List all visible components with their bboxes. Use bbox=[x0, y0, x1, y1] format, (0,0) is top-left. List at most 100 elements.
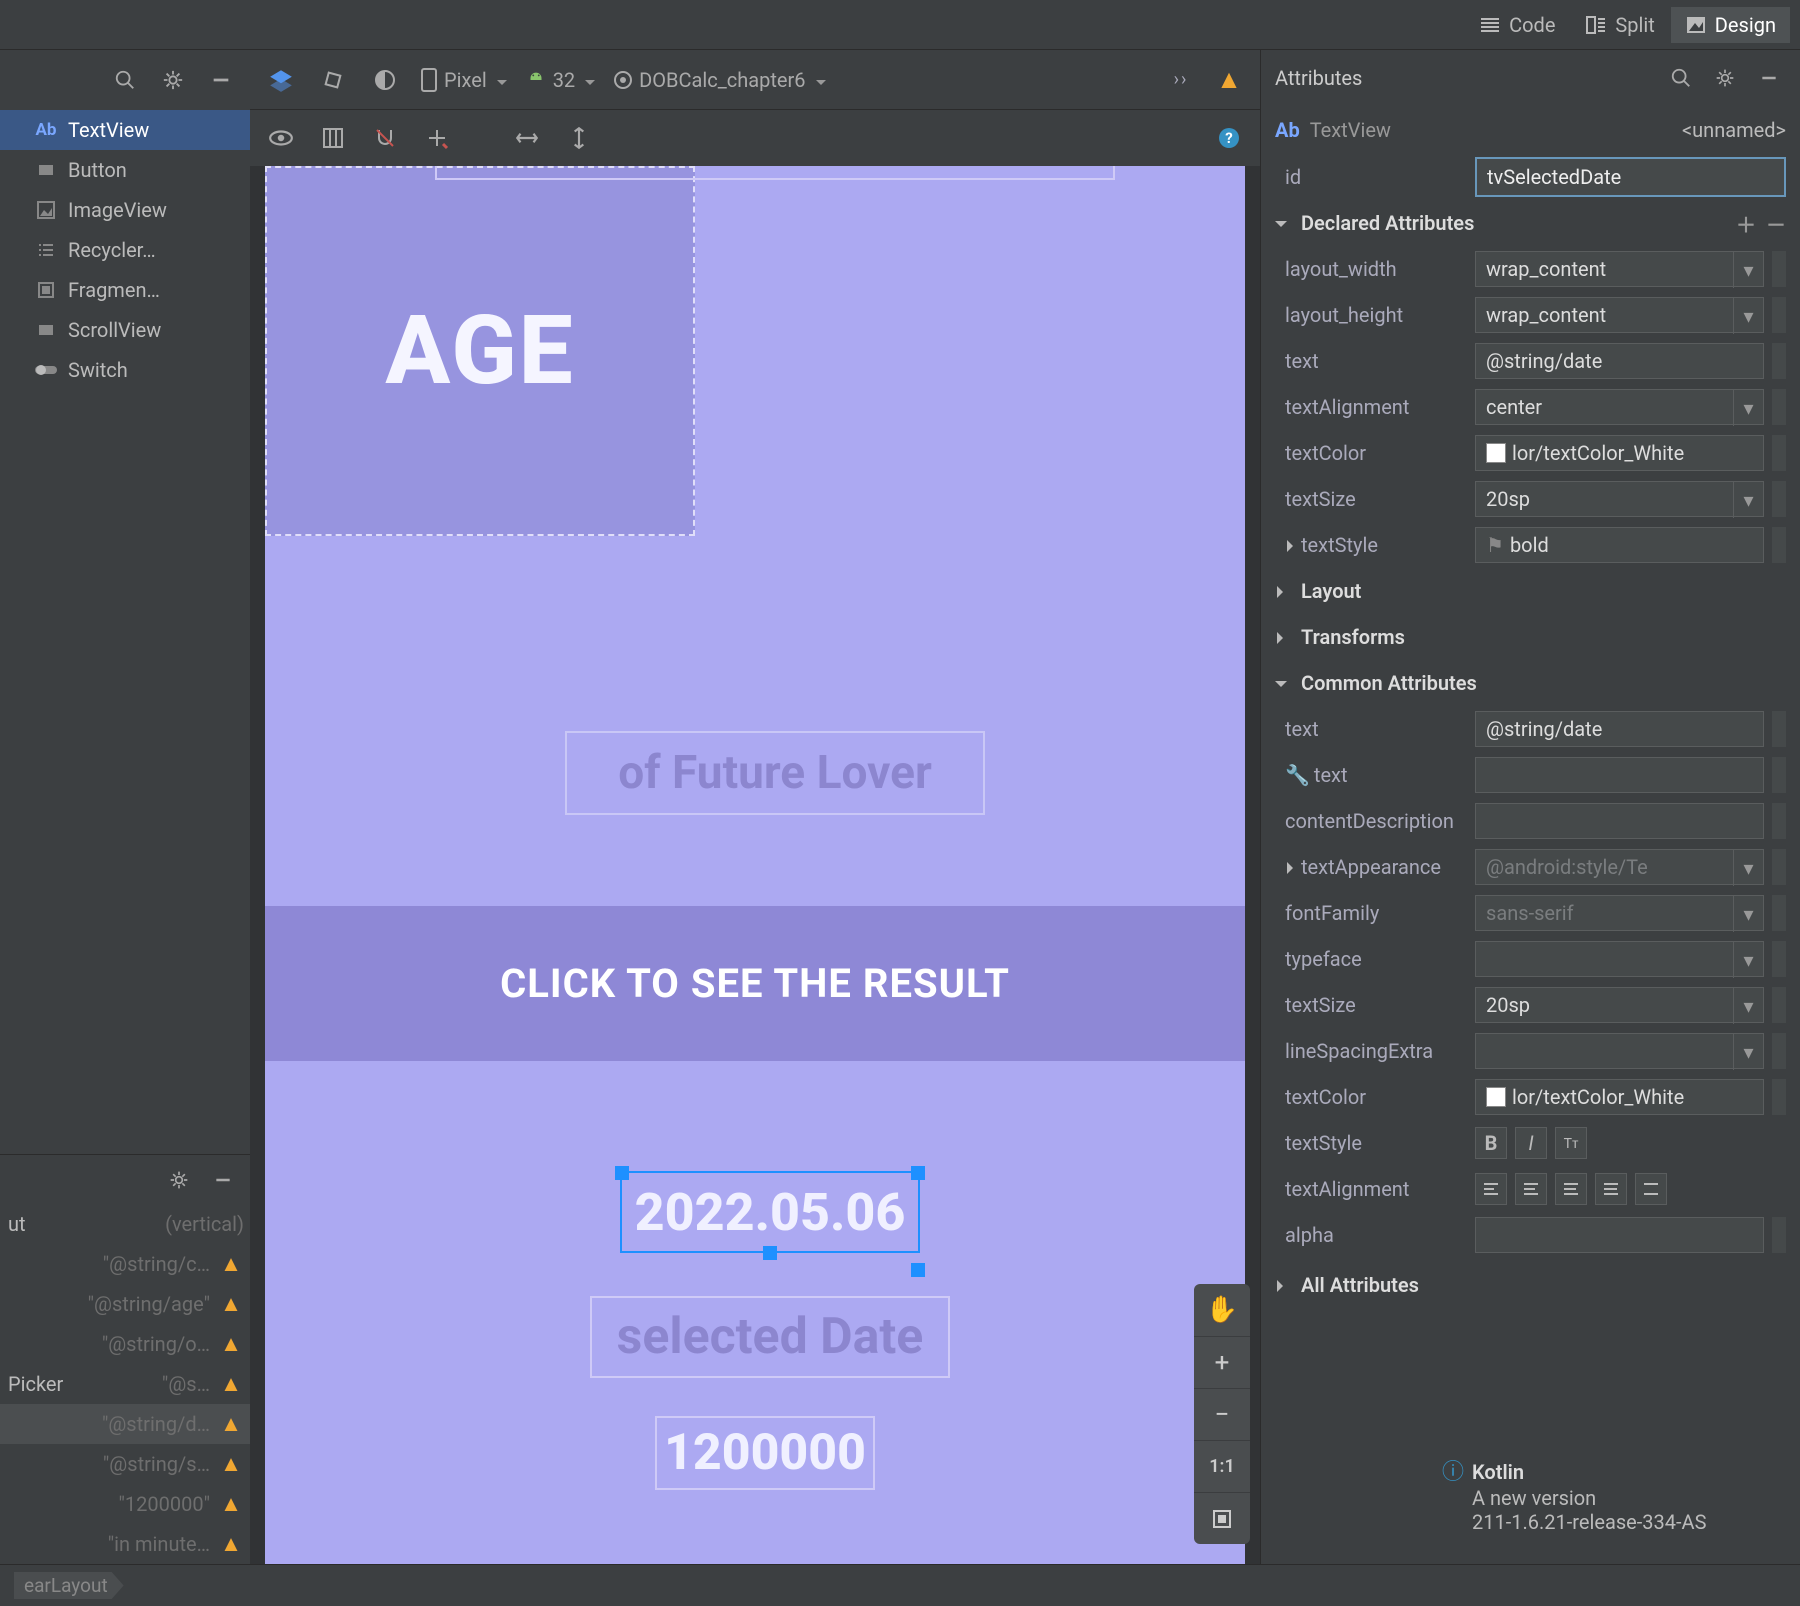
preview-button[interactable]: CLICK TO SEE THE RESULT bbox=[265, 906, 1245, 1061]
palette-item-switch[interactable]: Switch bbox=[0, 350, 250, 390]
dropdown-icon[interactable]: ▾ bbox=[1733, 252, 1763, 288]
section-layout[interactable]: Layout bbox=[1261, 568, 1800, 614]
italic-button[interactable]: I bbox=[1515, 1127, 1547, 1159]
resize-handle[interactable] bbox=[911, 1263, 925, 1277]
palette-item-scrollview[interactable]: ScrollView bbox=[0, 310, 250, 350]
help-icon[interactable]: ? bbox=[1212, 121, 1246, 155]
section-all[interactable]: All Attributes bbox=[1261, 1262, 1800, 1308]
device-selector[interactable]: Pixel bbox=[420, 67, 507, 93]
preview-minutes-value[interactable]: 1200000 bbox=[655, 1416, 875, 1490]
design-canvas[interactable]: AGE of Future Lover CLICK TO SEE THE RES… bbox=[250, 166, 1260, 1564]
attr-field-textAppearance[interactable]: @android:style/Te▾ bbox=[1475, 849, 1764, 885]
attr-field-textColor[interactable]: lor/textColor_White bbox=[1475, 435, 1764, 471]
preview-selected-date-label[interactable]: selected Date bbox=[590, 1296, 950, 1378]
align-button[interactable] bbox=[1635, 1173, 1667, 1205]
resize-handle[interactable] bbox=[763, 1246, 777, 1260]
align-button[interactable] bbox=[1515, 1173, 1547, 1205]
api-selector[interactable]: 32 bbox=[525, 68, 595, 92]
tree-row[interactable]: "@string/o…▲ bbox=[0, 1324, 250, 1364]
resize-handle[interactable] bbox=[911, 1166, 925, 1180]
clear-constraints-icon[interactable] bbox=[420, 121, 454, 155]
resize-handle[interactable] bbox=[615, 1166, 629, 1180]
dropdown-icon[interactable]: ▾ bbox=[1733, 298, 1763, 334]
theme-selector[interactable]: DOBCalc_chapter6 bbox=[613, 68, 825, 92]
zoom-reset-button[interactable]: 1:1 bbox=[1194, 1440, 1250, 1492]
preview-subtitle-box[interactable]: of Future Lover bbox=[565, 731, 985, 815]
warning-icon[interactable]: ▲ bbox=[1212, 63, 1246, 97]
minimize-icon[interactable] bbox=[206, 1163, 240, 1197]
kotlin-update-toast[interactable]: ⓘKotlin A new version 211-1.6.21-release… bbox=[1432, 1444, 1792, 1544]
attr-field-alpha[interactable] bbox=[1475, 1217, 1764, 1253]
attr-field-contentDescription[interactable] bbox=[1475, 803, 1764, 839]
dropdown-icon[interactable]: ▾ bbox=[1733, 482, 1763, 518]
attr-field-lineSpacingExtra[interactable]: ▾ bbox=[1475, 1033, 1764, 1069]
preview-selected-date-value[interactable]: 2022.05.06 bbox=[620, 1171, 920, 1253]
tree-row[interactable]: "in minute…▲ bbox=[0, 1524, 250, 1564]
attr-field-text[interactable]: @string/date bbox=[1475, 711, 1764, 747]
grid-icon[interactable] bbox=[316, 121, 350, 155]
pan-button[interactable]: ✋ bbox=[1194, 1284, 1250, 1336]
attr-field-textSize[interactable]: 20sp▾ bbox=[1475, 987, 1764, 1023]
dropdown-icon[interactable]: ▾ bbox=[1733, 1034, 1763, 1070]
attr-field-textStyle[interactable]: ⚑bold bbox=[1475, 527, 1764, 563]
zoom-fit-button[interactable] bbox=[1194, 1492, 1250, 1544]
add-attribute-icon[interactable]: ＋ bbox=[1736, 209, 1756, 238]
minimize-icon[interactable] bbox=[1752, 61, 1786, 95]
tab-split[interactable]: Split bbox=[1571, 7, 1668, 43]
palette-item-imageview[interactable]: ImageView bbox=[0, 190, 250, 230]
visibility-icon[interactable] bbox=[264, 121, 298, 155]
remove-attribute-icon[interactable]: － bbox=[1766, 209, 1786, 238]
minimize-icon[interactable] bbox=[204, 63, 238, 97]
layers-icon[interactable] bbox=[264, 63, 298, 97]
preview-age-box[interactable]: AGE bbox=[265, 166, 695, 536]
attr-field-text[interactable]: @string/date bbox=[1475, 343, 1764, 379]
expand-vertical-icon[interactable] bbox=[562, 121, 596, 155]
section-transforms[interactable]: Transforms bbox=[1261, 614, 1800, 660]
palette-item-textview[interactable]: AbTextView bbox=[0, 110, 250, 150]
align-button[interactable] bbox=[1595, 1173, 1627, 1205]
align-button[interactable] bbox=[1555, 1173, 1587, 1205]
tab-design[interactable]: Design bbox=[1671, 7, 1790, 43]
tree-row[interactable]: "1200000"▲ bbox=[0, 1484, 250, 1524]
tree-row[interactable]: "@string/d…▲ bbox=[0, 1404, 250, 1444]
section-declared[interactable]: Declared Attributes ＋ － bbox=[1261, 200, 1800, 246]
tree-row[interactable]: "@string/c…▲ bbox=[0, 1244, 250, 1284]
tree-row[interactable]: "@string/age"▲ bbox=[0, 1284, 250, 1324]
search-icon[interactable] bbox=[108, 63, 142, 97]
dropdown-icon[interactable]: ▾ bbox=[1733, 896, 1763, 932]
id-input[interactable]: tvSelectedDate bbox=[1475, 157, 1786, 197]
bold-button[interactable]: B bbox=[1475, 1127, 1507, 1159]
tab-code[interactable]: Code bbox=[1465, 7, 1569, 43]
tree-row[interactable]: Picker"@s…▲ bbox=[0, 1364, 250, 1404]
palette-item-recycler[interactable]: Recycler… bbox=[0, 230, 250, 270]
attr-field-textColor[interactable]: lor/textColor_White bbox=[1475, 1079, 1764, 1115]
tree-root[interactable]: ut (vertical) bbox=[0, 1204, 250, 1244]
attr-field-textAlignment[interactable]: center▾ bbox=[1475, 389, 1764, 425]
palette-item-button[interactable]: Button bbox=[0, 150, 250, 190]
breadcrumb-chip[interactable]: earLayout bbox=[14, 1572, 124, 1599]
align-button[interactable] bbox=[1475, 1173, 1507, 1205]
section-common[interactable]: Common Attributes bbox=[1261, 660, 1800, 706]
magnet-off-icon[interactable] bbox=[368, 121, 402, 155]
expand-horizontal-icon[interactable] bbox=[510, 121, 544, 155]
attr-field-text[interactable] bbox=[1475, 757, 1764, 793]
attr-field-layout_width[interactable]: wrap_content▾ bbox=[1475, 251, 1764, 287]
attr-field-fontFamily[interactable]: sans-serif▾ bbox=[1475, 895, 1764, 931]
dropdown-icon[interactable]: ▾ bbox=[1733, 988, 1763, 1024]
allcaps-button[interactable]: Tᴛ bbox=[1555, 1127, 1587, 1159]
dropdown-icon[interactable]: ▾ bbox=[1733, 850, 1763, 886]
tree-row[interactable]: "@string/s…▲ bbox=[0, 1444, 250, 1484]
gear-icon[interactable] bbox=[1708, 61, 1742, 95]
gear-icon[interactable] bbox=[162, 1163, 196, 1197]
palette-item-fragmen[interactable]: Fragmen… bbox=[0, 270, 250, 310]
gear-icon[interactable] bbox=[156, 63, 190, 97]
zoom-in-button[interactable]: + bbox=[1194, 1336, 1250, 1388]
search-icon[interactable] bbox=[1664, 61, 1698, 95]
theme-icon[interactable] bbox=[368, 63, 402, 97]
dropdown-icon[interactable]: ▾ bbox=[1733, 942, 1763, 978]
attr-field-textSize[interactable]: 20sp▾ bbox=[1475, 481, 1764, 517]
dropdown-icon[interactable]: ▾ bbox=[1733, 390, 1763, 426]
attr-field-layout_height[interactable]: wrap_content▾ bbox=[1475, 297, 1764, 333]
attr-field-typeface[interactable]: ▾ bbox=[1475, 941, 1764, 977]
zoom-out-button[interactable]: − bbox=[1194, 1388, 1250, 1440]
